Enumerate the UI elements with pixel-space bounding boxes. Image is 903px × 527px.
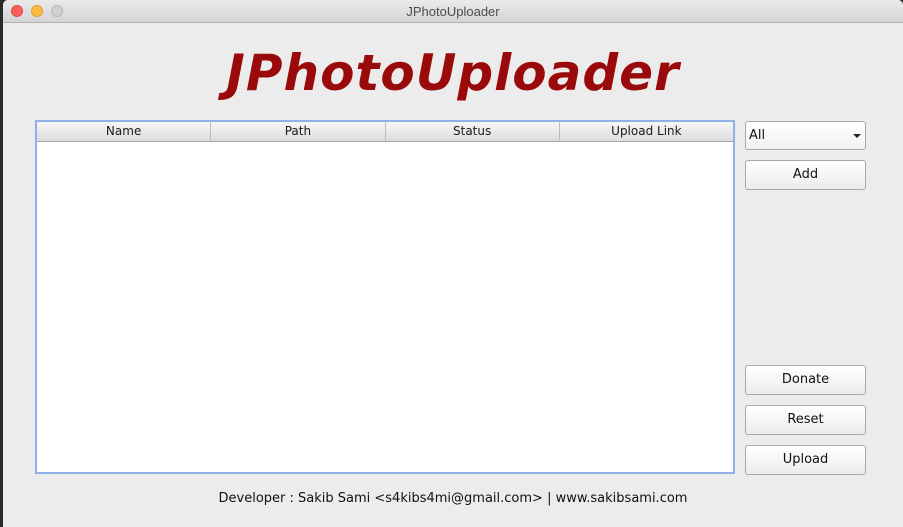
reset-button[interactable]: Reset — [745, 405, 866, 435]
table-body[interactable] — [37, 142, 733, 472]
add-button[interactable]: Add — [745, 160, 866, 190]
upload-table[interactable]: Name Path Status Upload Link — [35, 120, 735, 474]
filter-select[interactable]: All — [745, 121, 866, 150]
dropdown-arrow-icon — [853, 134, 861, 138]
column-header-upload-link[interactable]: Upload Link — [560, 122, 733, 141]
title-bar[interactable]: JPhotoUploader — [3, 0, 903, 23]
column-header-status[interactable]: Status — [386, 122, 560, 141]
column-header-name[interactable]: Name — [37, 122, 212, 141]
table-header: Name Path Status Upload Link — [37, 122, 733, 142]
app-heading: JPhotoUploader — [226, 44, 680, 102]
donate-button[interactable]: Donate — [745, 365, 866, 395]
upload-button[interactable]: Upload — [745, 445, 866, 475]
filter-select-value: All — [749, 128, 766, 143]
developer-footer: Developer : Sakib Sami <s4kibs4mi@gmail.… — [218, 491, 688, 506]
app-window: JPhotoUploader JPhotoUploader Name Path … — [3, 0, 903, 527]
column-header-path[interactable]: Path — [211, 122, 386, 141]
window-title: JPhotoUploader — [406, 4, 500, 19]
